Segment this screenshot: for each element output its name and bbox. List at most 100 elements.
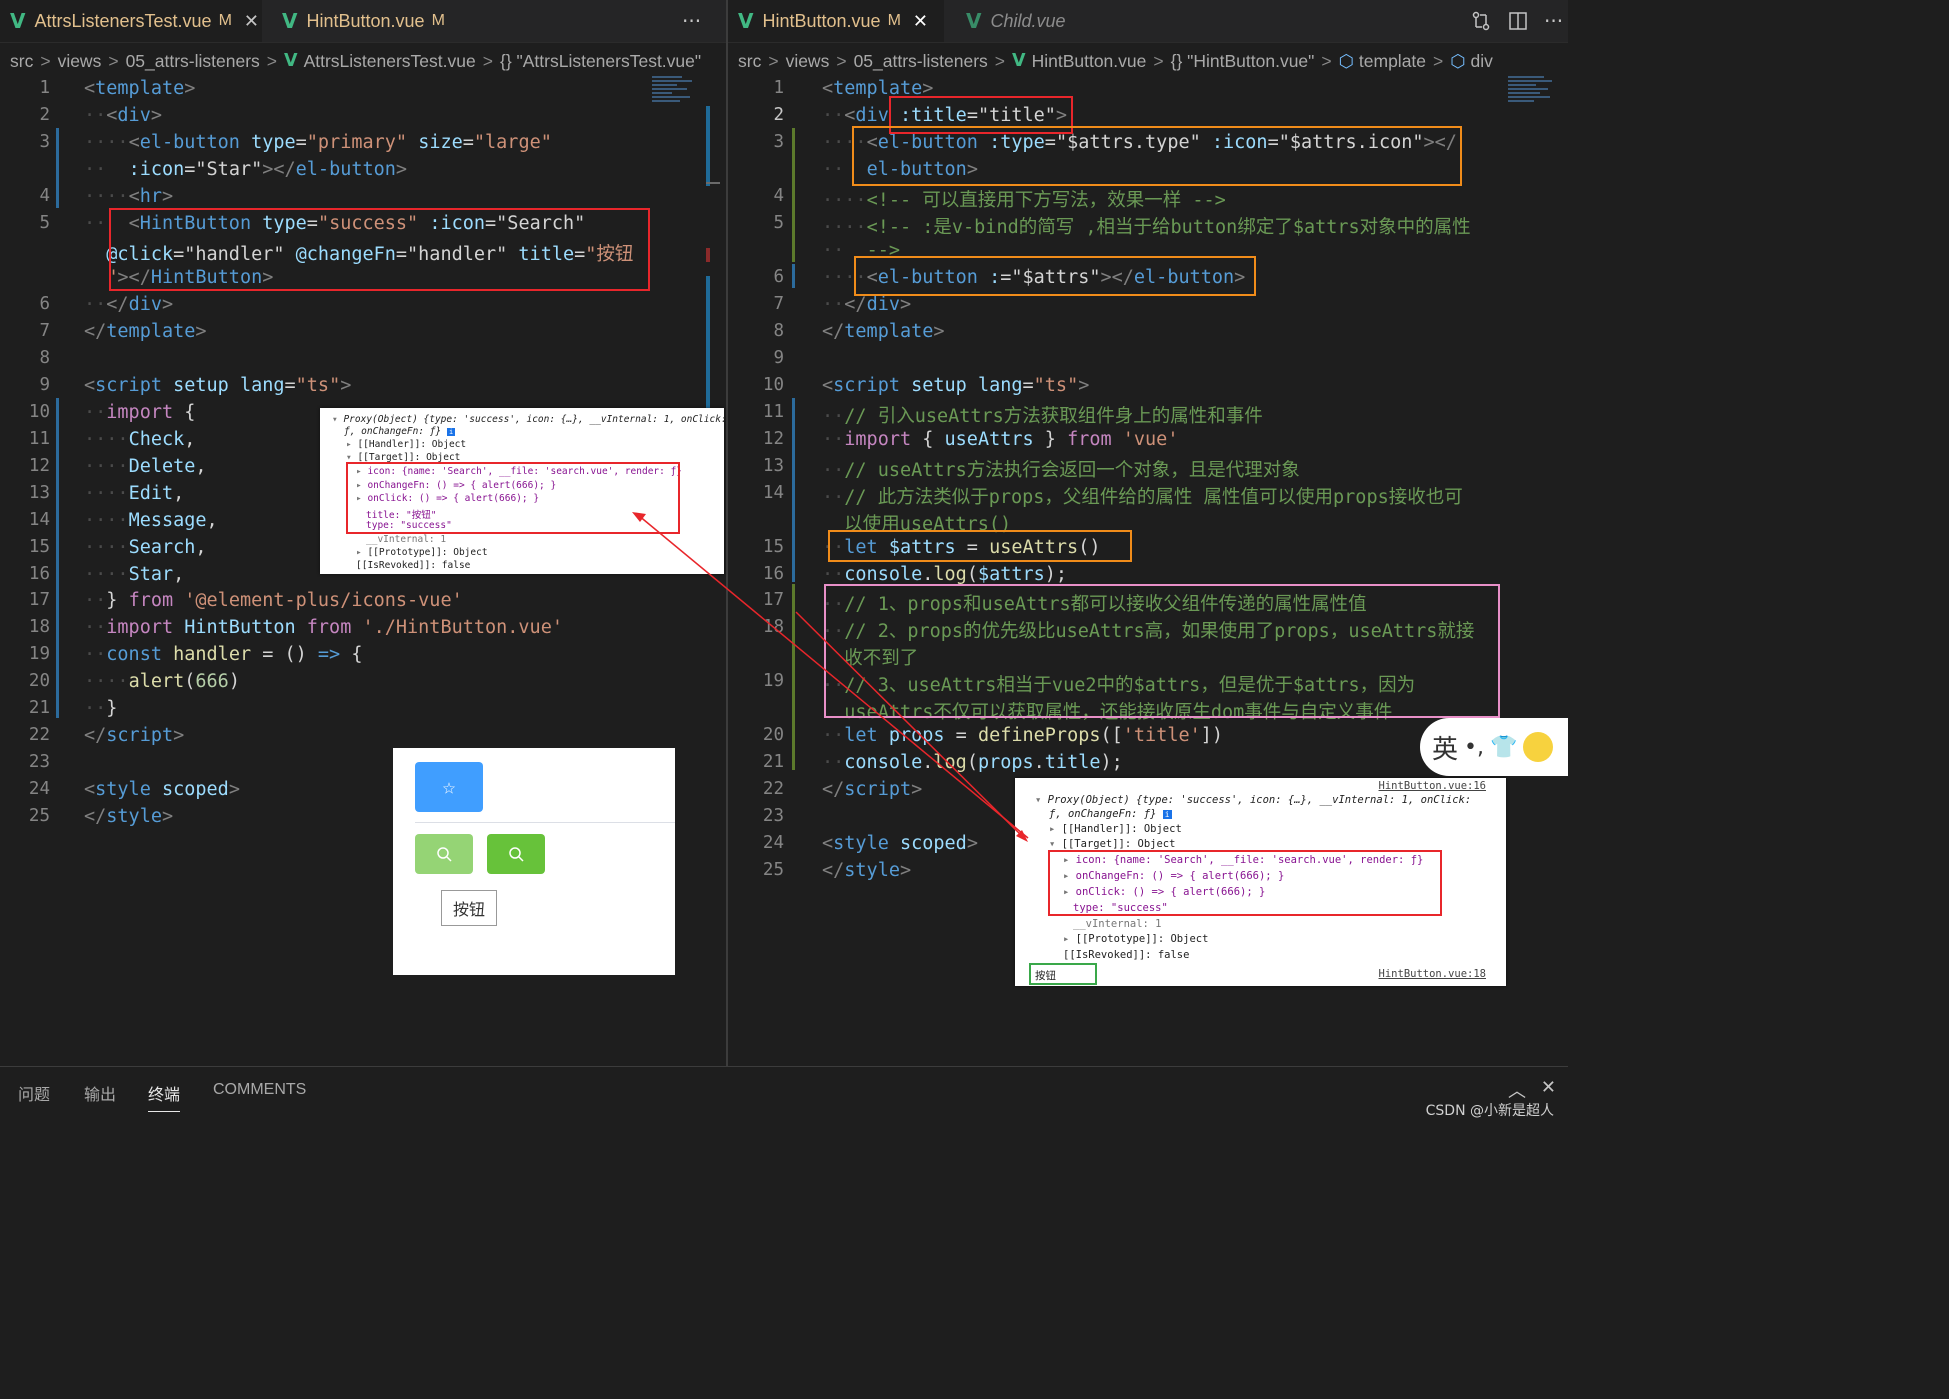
tab-output[interactable]: 输出 <box>84 1081 116 1105</box>
code-line: </template> <box>822 321 945 342</box>
line-number: 6 <box>39 294 50 314</box>
tab-hint-button[interactable]: V HintButton.vue M ✕ <box>728 0 944 42</box>
star-button[interactable]: ☆ <box>415 762 483 812</box>
breadcrumb-item[interactable]: src <box>738 51 761 72</box>
line-number: 5 <box>773 213 784 233</box>
code-line: </style> <box>822 860 912 881</box>
code-line: ····<!-- 可以直接用下方写法，效果一样 --> <box>822 190 1226 211</box>
line-number: 24 <box>762 833 784 853</box>
line-number: 16 <box>762 564 784 584</box>
ime-language: 英 <box>1432 734 1459 765</box>
star-icon: ☆ <box>442 774 456 800</box>
vue-file-icon: V <box>1012 51 1026 71</box>
code-line: <script setup lang="ts"> <box>822 375 1090 396</box>
console-text: ƒ, onChangeFn: ƒ} <box>1049 808 1157 820</box>
breadcrumb-item[interactable]: {} "AttrsListenersTest.vue" <box>500 51 701 72</box>
tab-terminal[interactable]: 终端 <box>148 1081 181 1112</box>
code-line: ··} <box>84 698 118 719</box>
code-line: 以使用useAttrs() <box>844 514 1012 535</box>
code-line: ··let $attrs = useAttrs() <box>822 537 1101 558</box>
code-line: </script> <box>84 725 185 746</box>
code-line: ····Delete, <box>84 456 207 477</box>
right-tab-bar: V HintButton.vue M ✕ V Child.vue ··· <box>728 0 1568 43</box>
code-line: <script setup lang="ts"> <box>84 375 352 396</box>
compare-changes-icon[interactable] <box>1470 0 1492 42</box>
line-number: 20 <box>28 671 50 691</box>
tab-hint-button[interactable]: V HintButton.vue M <box>272 0 472 42</box>
code-line: ··} from '@element-plus/icons-vue' <box>84 590 463 611</box>
title-tooltip: 按钮 <box>441 890 497 926</box>
left-tab-bar: V AttrsListenersTest.vue M ✕ V HintButto… <box>0 0 726 43</box>
tab-problems[interactable]: 问题 <box>18 1081 50 1105</box>
search-icon <box>509 847 524 862</box>
code-line: ··console.log($attrs); <box>822 564 1068 585</box>
breadcrumb-item[interactable]: views <box>786 51 830 72</box>
source-link[interactable]: HintButton.vue:18 <box>1379 968 1486 980</box>
more-actions-icon[interactable]: ··· <box>682 0 701 42</box>
line-number: 13 <box>762 456 784 476</box>
search-button-disabled[interactable] <box>415 834 473 874</box>
tab-child[interactable]: V Child.vue <box>956 0 1126 42</box>
console-text: [[IsRevoked]]: false <box>356 560 471 571</box>
close-icon[interactable]: ✕ <box>244 11 259 32</box>
line-number: 15 <box>28 537 50 557</box>
search-button[interactable] <box>487 834 545 874</box>
breadcrumb-item[interactable]: HintButton.vue <box>1032 51 1147 72</box>
line-number: 9 <box>39 375 50 395</box>
vue-file-icon: V <box>738 9 754 33</box>
code-line: ····<el-button type="primary" size="larg… <box>84 132 552 153</box>
line-number: 4 <box>39 186 50 206</box>
line-number: 21 <box>762 752 784 772</box>
console-text: [[Prototype]]: Object <box>367 547 488 558</box>
line-number: 23 <box>28 752 50 772</box>
line-number: 6 <box>773 267 784 287</box>
code-line: ····alert(666) <box>84 671 240 692</box>
tab-comments[interactable]: COMMENTS <box>213 1081 306 1099</box>
line-number: 14 <box>762 483 784 503</box>
divider <box>415 822 675 823</box>
breadcrumb-item[interactable]: template <box>1359 51 1426 72</box>
breadcrumb-item[interactable]: {} "HintButton.vue" <box>1171 51 1315 72</box>
breadcrumb-item[interactable]: src <box>10 51 33 72</box>
close-panel-icon[interactable]: ✕ <box>1541 1077 1556 1098</box>
breadcrumb-item[interactable]: div <box>1471 51 1493 72</box>
line-number: 20 <box>762 725 784 745</box>
console-text: [[Handler]]: Object <box>357 439 467 450</box>
code-line: ··const handler = () => { <box>84 644 363 665</box>
line-number: 25 <box>762 860 784 880</box>
line-number: 1 <box>39 78 50 98</box>
line-number: 17 <box>28 590 50 610</box>
cube-icon: ⬡ <box>1338 50 1354 71</box>
ime-indicator[interactable]: 英 •, 👕 <box>1420 718 1568 776</box>
minimap[interactable] <box>652 76 706 126</box>
breadcrumb-item[interactable]: 05_attrs-listeners <box>126 51 260 72</box>
line-number: 21 <box>28 698 50 718</box>
minimap[interactable] <box>1508 76 1562 126</box>
watermark: CSDN @小新是超人 <box>1425 1103 1554 1119</box>
line-number: 11 <box>28 429 50 449</box>
close-icon[interactable]: ✕ <box>913 11 928 32</box>
console-text: Proxy(Object) {type: 'success', icon: {…… <box>1047 794 1472 806</box>
breadcrumb-item[interactable]: 05_attrs-listeners <box>854 51 988 72</box>
more-actions-icon[interactable]: ··· <box>1544 0 1563 42</box>
line-number: 3 <box>773 132 784 152</box>
code-line: ····<el-button :="$attrs"></el-button> <box>822 267 1246 288</box>
vue-file-icon: V <box>282 9 298 33</box>
breadcrumb-item[interactable]: AttrsListenersTest.vue <box>304 51 476 72</box>
tab-attrs-listeners-test[interactable]: V AttrsListenersTest.vue M ✕ <box>0 0 262 42</box>
code-line: <template> <box>822 78 934 99</box>
code-line: </style> <box>84 806 174 827</box>
line-number: 18 <box>762 617 784 637</box>
line-number: 7 <box>39 321 50 341</box>
code-line: ··</div> <box>822 294 912 315</box>
code-line: ··</div> <box>84 294 174 315</box>
split-editor-icon[interactable] <box>1508 0 1528 42</box>
code-line: ····Search, <box>84 537 207 558</box>
code-line: <style scoped> <box>822 833 978 854</box>
code-line: ··console.log(props.title); <box>822 752 1123 773</box>
line-number: 17 <box>762 590 784 610</box>
breadcrumb-item[interactable]: views <box>58 51 102 72</box>
line-number: 12 <box>762 429 784 449</box>
source-link[interactable]: HintButton.vue:16 <box>1379 780 1486 792</box>
code-line: ····<el-button :type="$attrs.type" :icon… <box>822 132 1457 153</box>
